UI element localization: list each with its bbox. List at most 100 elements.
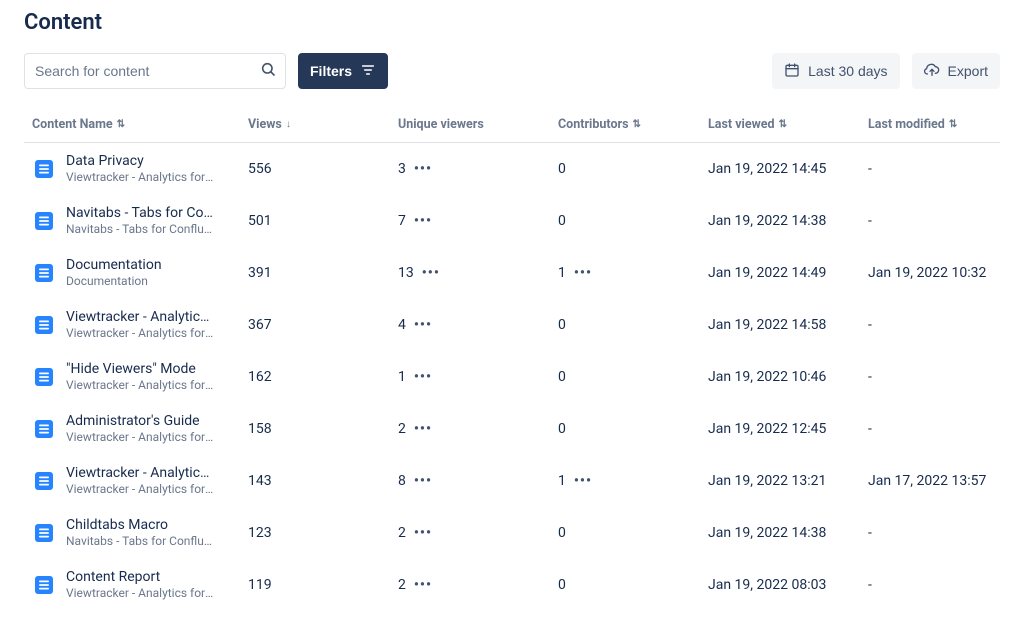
name-text: Viewtracker - Analytics... Viewtracker -…: [66, 465, 216, 496]
document-icon: [32, 365, 56, 389]
more-icon[interactable]: •••: [414, 161, 432, 177]
name-text: Data Privacy Viewtracker - Analytics for…: [66, 153, 216, 184]
date-range-label: Last 30 days: [808, 63, 887, 79]
document-icon: [32, 417, 56, 441]
unique-viewers-cell: 2 •••: [390, 403, 550, 455]
views-cell: 501: [240, 195, 390, 247]
search-input[interactable]: [24, 53, 286, 89]
contributors-cell: 0: [550, 195, 700, 247]
more-icon[interactable]: •••: [414, 213, 432, 229]
col-header-name[interactable]: Content Name⇅: [24, 109, 240, 143]
views-cell: 143: [240, 455, 390, 507]
table-row[interactable]: Navitabs - Tabs for Con... Navitabs - Ta…: [24, 195, 1000, 247]
contributors-cell: 0: [550, 299, 700, 351]
contributors-value: 0: [558, 577, 566, 593]
table-row[interactable]: Content Report Viewtracker - Analytics f…: [24, 559, 1000, 611]
contributors-cell: 0: [550, 351, 700, 403]
col-header-unique[interactable]: Unique viewers: [390, 109, 550, 143]
sort-icon: ⇅: [779, 119, 787, 130]
col-header-views[interactable]: Views ↓: [240, 109, 390, 143]
col-header-contributors-label: Contributors: [558, 117, 629, 132]
contributors-cell: 0: [550, 507, 700, 559]
more-icon[interactable]: •••: [414, 525, 432, 541]
last-viewed-cell: Jan 19, 2022 14:45: [700, 143, 860, 195]
content-title: Content Report: [66, 569, 216, 585]
unique-viewers-cell: 7 •••: [390, 195, 550, 247]
table-row[interactable]: Documentation Documentation 391 13 ••• 1…: [24, 247, 1000, 299]
contributors-cell: 1 •••: [550, 455, 700, 507]
table-row[interactable]: Childtabs Macro Navitabs - Tabs for Conf…: [24, 507, 1000, 559]
contributors-value: 0: [558, 525, 566, 541]
more-icon[interactable]: •••: [574, 473, 592, 489]
last-viewed-cell: Jan 19, 2022 10:46: [700, 351, 860, 403]
document-icon: [32, 469, 56, 493]
toolbar: Filters Last 30 days Export: [24, 53, 1000, 89]
export-label: Export: [948, 63, 988, 79]
col-header-last-modified-label: Last modified: [868, 117, 945, 132]
last-modified-cell: -: [860, 351, 1000, 403]
more-icon[interactable]: •••: [414, 421, 432, 437]
table-row[interactable]: Data Privacy Viewtracker - Analytics for…: [24, 143, 1000, 195]
more-icon[interactable]: •••: [414, 577, 432, 593]
content-table: Content Name⇅ Views ↓ Unique viewers Cont…: [24, 109, 1000, 611]
last-modified-cell: -: [860, 299, 1000, 351]
more-icon[interactable]: •••: [422, 265, 440, 281]
sort-icon: ⇅: [633, 119, 641, 130]
document-icon: [32, 573, 56, 597]
page-title: Content: [24, 10, 1000, 35]
contributors-cell: 1 •••: [550, 247, 700, 299]
col-header-contributors[interactable]: Contributors ⇅: [550, 109, 700, 143]
last-modified-cell: -: [860, 195, 1000, 247]
unique-viewers-cell: 2 •••: [390, 507, 550, 559]
col-header-last-modified[interactable]: Last modified ⇅: [860, 109, 1000, 143]
contributors-value: 0: [558, 161, 566, 177]
search-icon[interactable]: [260, 61, 276, 81]
contributors-cell: 0: [550, 143, 700, 195]
sort-down-icon: ↓: [286, 119, 291, 130]
content-subtitle: Viewtracker - Analytics for ...: [66, 326, 216, 340]
content-subtitle: Viewtracker - Analytics for ...: [66, 482, 216, 496]
unique-viewers-cell: 4 •••: [390, 299, 550, 351]
col-header-views-label: Views: [248, 117, 282, 132]
document-icon: [32, 209, 56, 233]
contributors-value: 0: [558, 213, 566, 229]
unique-viewers-cell: 3 •••: [390, 143, 550, 195]
name-text: Childtabs Macro Navitabs - Tabs for Conf…: [66, 517, 216, 548]
more-icon[interactable]: •••: [414, 369, 432, 385]
content-title: Childtabs Macro: [66, 517, 216, 533]
last-modified-cell: Jan 17, 2022 13:57: [860, 455, 1000, 507]
sort-icon: ⇅: [949, 119, 957, 130]
filters-button[interactable]: Filters: [298, 53, 388, 89]
content-subtitle: Viewtracker - Analytics for ...: [66, 170, 216, 184]
content-title: Administrator's Guide: [66, 413, 216, 429]
calendar-icon: [784, 62, 800, 81]
content-subtitle: Documentation: [66, 274, 162, 288]
more-icon[interactable]: •••: [414, 473, 432, 489]
more-icon[interactable]: •••: [414, 317, 432, 333]
col-header-unique-label: Unique viewers: [398, 117, 484, 132]
unique-value: 8: [398, 473, 406, 489]
name-text: Administrator's Guide Viewtracker - Anal…: [66, 413, 216, 444]
more-icon[interactable]: •••: [574, 265, 592, 281]
views-cell: 158: [240, 403, 390, 455]
unique-value: 4: [398, 317, 406, 333]
views-cell: 119: [240, 559, 390, 611]
date-range-button[interactable]: Last 30 days: [772, 53, 899, 89]
last-viewed-cell: Jan 19, 2022 14:38: [700, 507, 860, 559]
content-title: Data Privacy: [66, 153, 216, 169]
views-cell: 556: [240, 143, 390, 195]
document-icon: [32, 313, 56, 337]
table-row[interactable]: Viewtracker - Analytics... Viewtracker -…: [24, 299, 1000, 351]
last-modified-cell: Jan 19, 2022 10:32: [860, 247, 1000, 299]
name-text: Documentation Documentation: [66, 257, 162, 288]
export-button[interactable]: Export: [912, 53, 1000, 89]
content-subtitle: Navitabs - Tabs for Conflue...: [66, 222, 216, 236]
last-modified-cell: -: [860, 507, 1000, 559]
table-row[interactable]: Administrator's Guide Viewtracker - Anal…: [24, 403, 1000, 455]
table-row[interactable]: "Hide Viewers" Mode Viewtracker - Analyt…: [24, 351, 1000, 403]
unique-viewers-cell: 2 •••: [390, 559, 550, 611]
unique-value: 2: [398, 525, 406, 541]
col-header-last-viewed[interactable]: Last viewed⇅: [700, 109, 860, 143]
document-icon: [32, 521, 56, 545]
table-row[interactable]: Viewtracker - Analytics... Viewtracker -…: [24, 455, 1000, 507]
